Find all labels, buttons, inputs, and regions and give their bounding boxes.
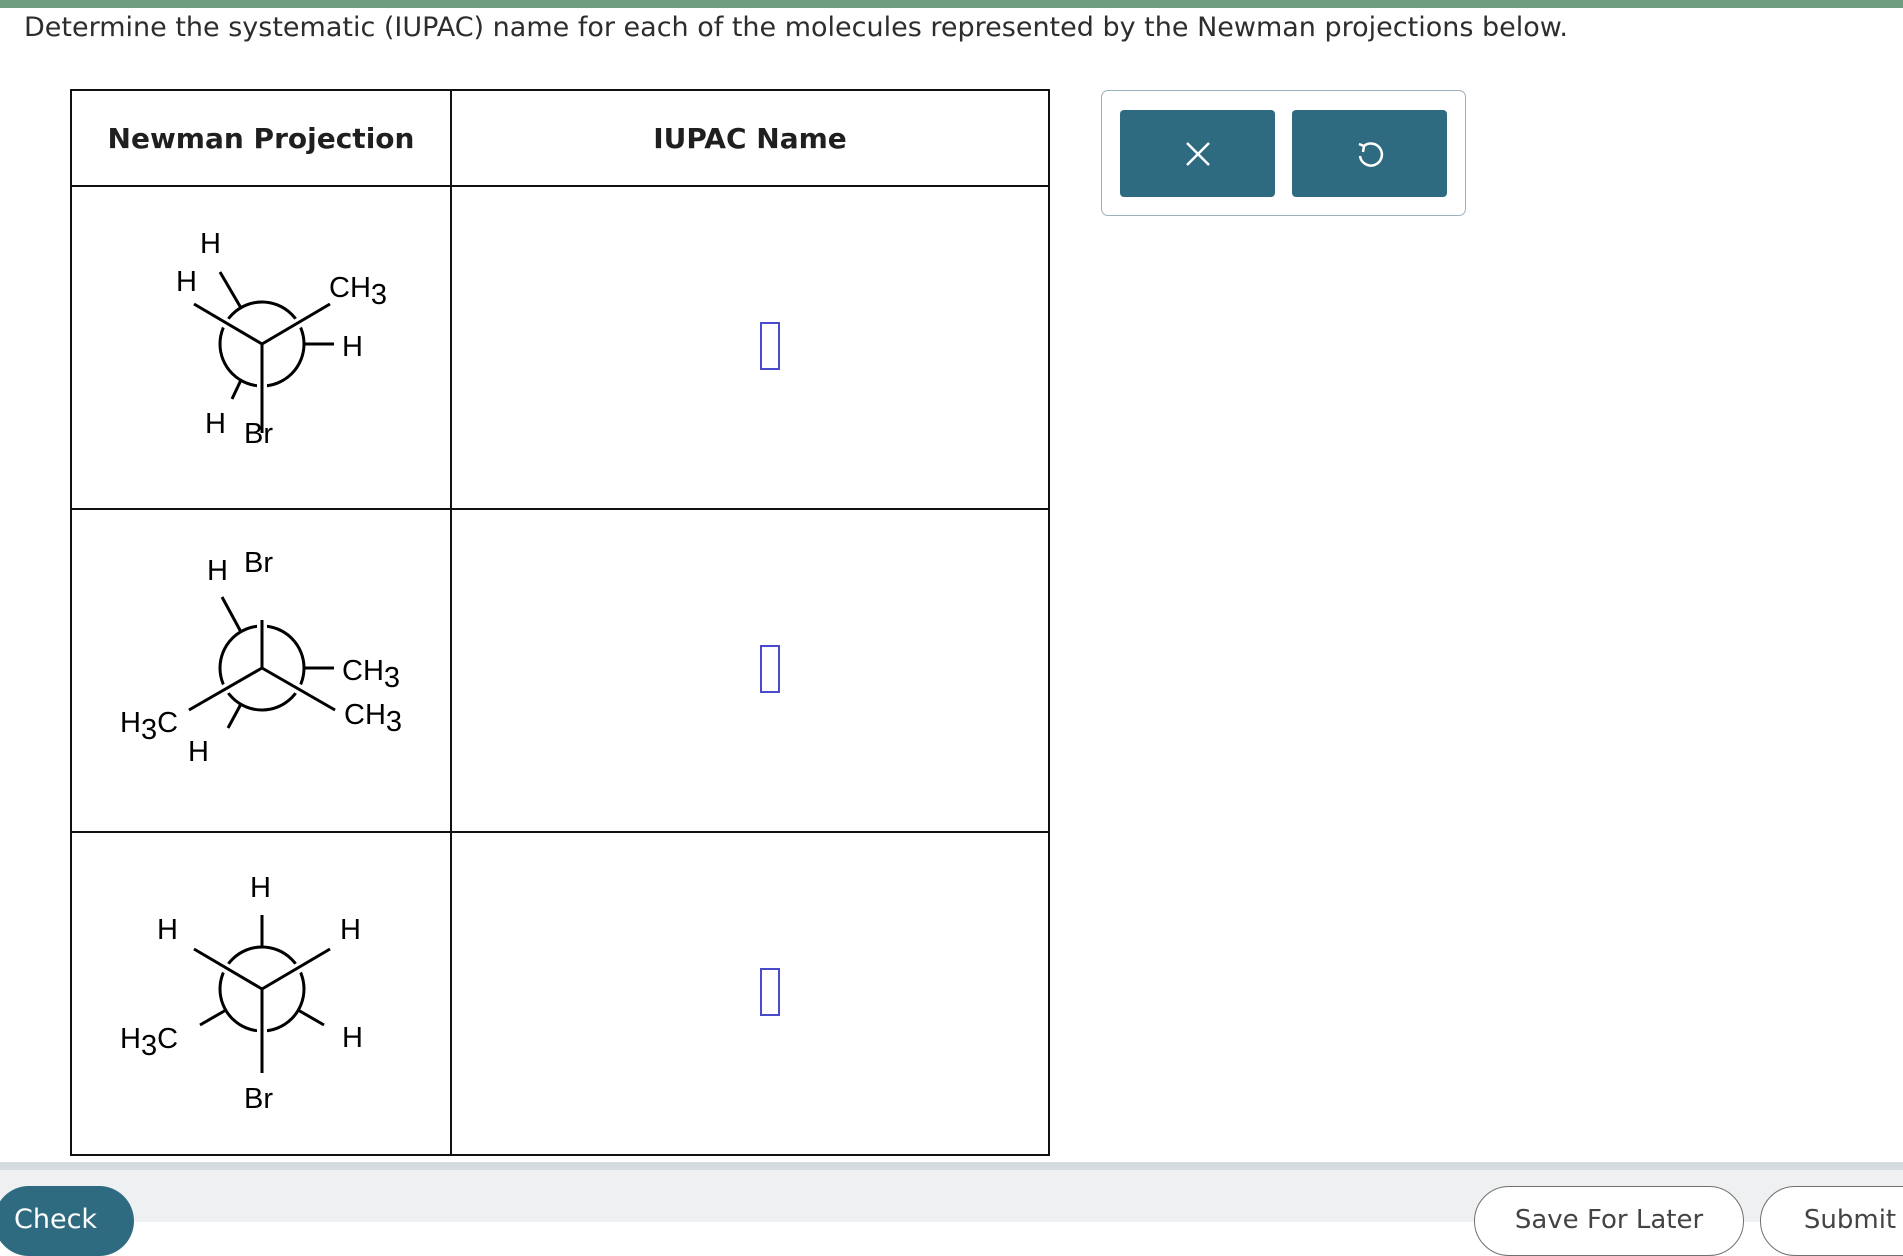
answer-cell [450,508,1050,833]
substituent-label: H [176,266,197,298]
substituent-label: Br [244,547,273,579]
table-row: H H H H Br H3C [70,831,1050,1156]
substituent-label: H [157,914,178,946]
substituent-label: H [250,872,271,904]
newman-table: Newman Projection IUPAC Name H H H H Br … [70,89,1050,1156]
newman-cell: Br H H CH3 CH3 H3C [70,508,452,833]
table-row: H H H H Br CH3 [70,185,1050,510]
substituent-label: H3C [120,707,178,746]
substituent-label: Br [244,1083,273,1115]
check-button[interactable]: Check [0,1186,134,1256]
newman-projection-1: H H H H Br CH3 [176,228,387,450]
header-iupac-name: IUPAC Name [450,89,1050,187]
table-header-row: Newman Projection IUPAC Name [70,89,1050,187]
substituent-label: H3C [120,1023,178,1062]
clear-button[interactable] [1120,110,1275,197]
iupac-answer-input[interactable] [760,322,780,370]
substituent-label: Br [244,418,273,450]
iupac-answer-input[interactable] [760,968,780,1016]
substituent-label: H [200,228,221,260]
substituent-label: H [207,555,228,587]
answer-tools-panel [1101,90,1466,216]
question-text: Determine the systematic (IUPAC) name fo… [24,12,1568,43]
table-row: Br H H CH3 CH3 H3C [70,508,1050,833]
undo-icon [1358,141,1383,167]
answer-cell [450,831,1050,1156]
substituent-label: H [188,736,209,768]
substituent-label: CH3 [329,272,387,311]
save-for-later-button[interactable]: Save For Later [1474,1186,1744,1256]
newman-projection-3: H H H H Br H3C [120,872,363,1115]
submit-button[interactable]: Submit [1760,1186,1903,1256]
newman-projection-2: Br H H CH3 CH3 H3C [120,547,402,768]
header-newman-projection: Newman Projection [70,89,452,187]
close-icon [1185,141,1210,166]
substituent-label: CH3 [342,655,400,694]
top-accent-bar [0,0,1903,8]
substituent-label: H [340,914,361,946]
newman-cell: H H H H Br CH3 [70,185,452,510]
iupac-answer-input[interactable] [760,645,780,693]
newman-cell: H H H H Br H3C [70,831,452,1156]
substituent-label: H [205,408,226,440]
substituent-label: CH3 [344,699,402,738]
substituent-label: H [342,331,363,363]
answer-cell [450,185,1050,510]
substituent-label: H [342,1022,363,1054]
undo-button[interactable] [1292,110,1447,197]
